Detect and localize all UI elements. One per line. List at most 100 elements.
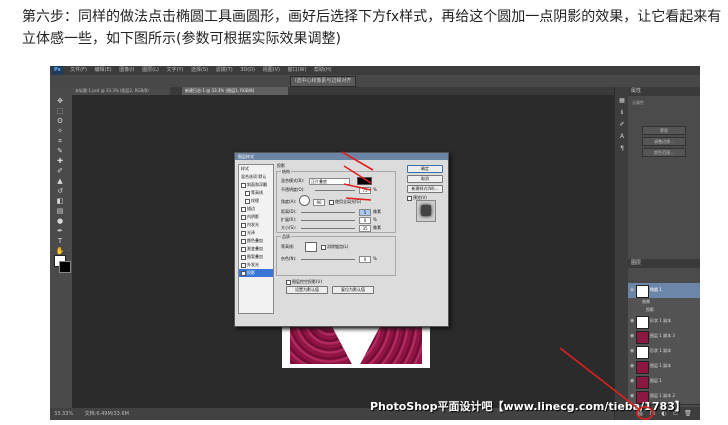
layer-row[interactable]: ◉ 图层 1 (628, 374, 700, 390)
menu-view[interactable]: 视图(V) (263, 67, 280, 73)
style-item-blending[interactable]: 混合选项:默认 (239, 173, 273, 181)
checkbox-icon[interactable] (245, 198, 250, 204)
checkbox-icon[interactable] (321, 244, 326, 250)
style-item-inner-shadow[interactable]: 内阴影 (239, 213, 273, 221)
menu-edit[interactable]: 编辑(E) (95, 67, 112, 73)
style-item-color-overlay[interactable]: 颜色叠加 (239, 237, 273, 245)
reset-default-button[interactable]: 复位为默认值 (332, 286, 374, 294)
global-light-check[interactable]: 使用全局光(G) (329, 198, 361, 205)
refine-edge-button[interactable]: 调整边缘... (642, 137, 686, 146)
opacity-input[interactable]: 75 (359, 187, 371, 194)
magic-wand-icon[interactable]: ✧ (55, 127, 65, 135)
checkbox-icon[interactable] (241, 222, 246, 228)
paragraph-panel-icon[interactable]: ¶ (618, 145, 626, 152)
zoom-level[interactable]: 33.33% (54, 411, 73, 417)
dodge-tool-icon[interactable]: ● (55, 217, 65, 225)
eye-icon[interactable]: ◉ (630, 363, 634, 369)
gradient-tool-icon[interactable]: ▤ (55, 207, 65, 215)
eraser-tool-icon[interactable]: ◧ (55, 197, 65, 205)
eye-icon[interactable]: ◉ (630, 287, 634, 293)
style-item-stroke[interactable]: 描边 (239, 205, 273, 213)
hand-tool-icon[interactable]: ✋ (55, 247, 65, 255)
size-slider[interactable] (301, 228, 355, 229)
opacity-slider[interactable] (315, 190, 355, 191)
checkbox-checked-icon[interactable] (286, 279, 291, 285)
tab-document-2[interactable]: 新建日志-1 @ 33.3% (图层1, RGB/8) (182, 87, 288, 95)
style-item-bevel[interactable]: 斜面和浮雕 (239, 181, 273, 189)
style-item-styles[interactable]: 样式 (239, 165, 273, 173)
layer-row[interactable]: ◉ 图层 1 副本 3 (628, 329, 700, 345)
new-style-button[interactable]: 新建样式(W)... (407, 185, 443, 193)
layer-row[interactable]: ◉ 形状 1 副本 (628, 344, 700, 360)
options-align-field[interactable]: i选中心和像素与边缘对齐 (290, 76, 357, 87)
checkbox-icon[interactable] (241, 230, 246, 236)
antialias-check[interactable]: 消除锯齿(L) (321, 243, 348, 250)
menu-file[interactable]: 文件(F) (70, 67, 87, 73)
style-item-gradient-overlay[interactable]: 渐变叠加 (239, 245, 273, 253)
size-input[interactable]: 35 (359, 225, 371, 232)
layer-row[interactable]: ◉ 图层 1 副本 (628, 359, 700, 375)
cancel-button[interactable]: 取消 (407, 175, 443, 183)
make-default-button[interactable]: 设置为默认值 (286, 286, 328, 294)
type-tool-icon[interactable]: T (55, 237, 65, 245)
menu-type[interactable]: 文字(Y) (166, 67, 183, 73)
eyedropper-icon[interactable]: ✎ (55, 147, 65, 155)
checkbox-checked-icon[interactable] (329, 199, 334, 205)
checkbox-icon[interactable] (241, 254, 246, 260)
style-item-satin[interactable]: 光泽 (239, 229, 273, 237)
history-panel-icon[interactable]: ▦ (618, 97, 626, 104)
shadow-color-swatch[interactable] (357, 177, 372, 185)
spread-slider[interactable] (301, 220, 355, 221)
checkbox-icon[interactable] (241, 214, 246, 220)
menu-window[interactable]: 窗口(W) (288, 67, 307, 73)
eye-icon[interactable]: ◉ (630, 318, 634, 324)
menu-help[interactable]: 帮助(H) (314, 67, 332, 73)
canvas-area[interactable]: 图层样式 样式 混合选项:默认 斜面和浮雕 等高线 纹理 描边 内阴影 内发光 … (72, 95, 614, 408)
move-tool-icon[interactable]: ✥ (55, 97, 65, 105)
angle-input[interactable]: 90 (313, 199, 325, 206)
style-item-texture[interactable]: 纹理 (239, 197, 273, 205)
blend-mode-select[interactable]: 正片叠底 (309, 178, 350, 185)
spread-input[interactable]: 0 (359, 217, 371, 224)
marquee-tool-icon[interactable]: ⬚ (55, 107, 65, 115)
menu-filter[interactable]: 滤镜(T) (216, 67, 233, 73)
noise-slider[interactable] (301, 259, 355, 260)
checkbox-icon[interactable] (241, 182, 246, 188)
character-panel-icon[interactable]: A (618, 133, 626, 140)
menu-image[interactable]: 图像(I) (119, 67, 134, 73)
checkbox-icon[interactable] (245, 190, 250, 196)
style-item-pattern-overlay[interactable]: 图案叠加 (239, 253, 273, 261)
background-color-swatch[interactable] (59, 261, 71, 273)
mask-button[interactable]: 蒙版 (642, 126, 686, 135)
style-item-inner-glow[interactable]: 内发光 (239, 221, 273, 229)
ok-button[interactable]: 确定 (407, 165, 443, 173)
pen-tool-icon[interactable]: ✒ (55, 227, 65, 235)
checkbox-icon[interactable] (241, 206, 246, 212)
knockout-check[interactable]: 图层挖空投影(U) (286, 278, 322, 285)
lasso-tool-icon[interactable]: ʘ (55, 117, 65, 125)
layer-row[interactable]: ◉ 椭圆 1 (628, 283, 700, 299)
checkbox-checked-icon[interactable] (241, 270, 246, 276)
style-item-outer-glow[interactable]: 外发光 (239, 261, 273, 269)
history-brush-icon[interactable]: ↺ (55, 187, 65, 195)
color-range-button[interactable]: 颜色范围... (642, 148, 686, 157)
eye-icon[interactable]: ◉ (630, 333, 634, 339)
layer-row[interactable]: ◉ 形状 1 副本 (628, 314, 700, 330)
properties-panel-icon[interactable]: ℹ (618, 109, 626, 116)
checkbox-checked-icon[interactable] (407, 195, 412, 201)
checkbox-icon[interactable] (241, 238, 246, 244)
style-item-drop-shadow[interactable]: 投影 (239, 269, 273, 277)
brush-tool-icon[interactable]: ✐ (55, 167, 65, 175)
contour-picker-icon[interactable] (305, 242, 317, 252)
distance-input[interactable]: 5 (359, 209, 371, 216)
noise-input[interactable]: 0 (359, 256, 371, 263)
brush-panel-icon[interactable]: ✐ (618, 121, 626, 128)
menu-select[interactable]: 选择(S) (191, 67, 208, 73)
distance-slider[interactable] (301, 212, 355, 213)
menu-layer[interactable]: 图层(L) (142, 67, 159, 73)
stamp-tool-icon[interactable]: ▲ (55, 177, 65, 185)
crop-tool-icon[interactable]: ⌗ (55, 137, 65, 145)
properties-panel-header[interactable]: 属性 (628, 87, 700, 96)
angle-dial-icon[interactable] (299, 195, 310, 206)
checkbox-icon[interactable] (241, 246, 246, 252)
